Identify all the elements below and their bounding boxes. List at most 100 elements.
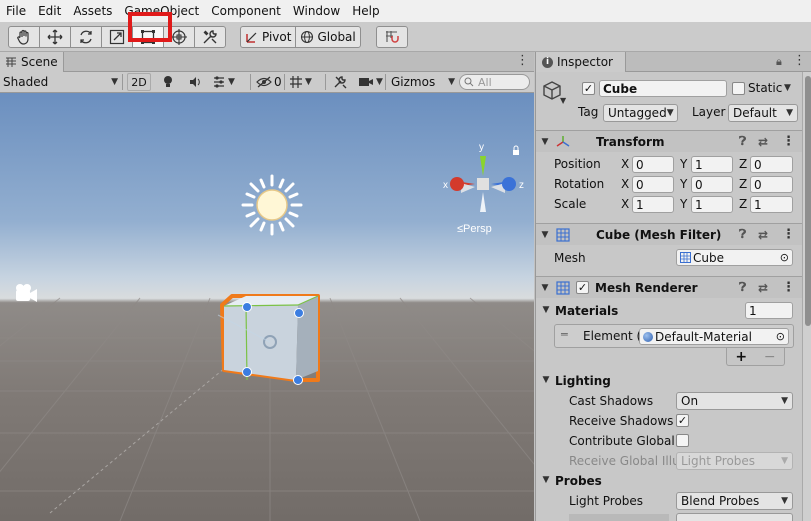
object-picker-icon[interactable]: ⊙ [780, 251, 789, 264]
scene-menu-icon[interactable]: ⋮ [516, 53, 529, 68]
persp-label[interactable]: ≤Persp [457, 223, 492, 235]
tab-scene[interactable]: Scene [0, 52, 64, 72]
help-icon[interactable]: ❓︎ [739, 280, 746, 295]
mesh-object-field[interactable]: Cube ⊙ [676, 249, 793, 266]
lighting-toggle[interactable] [162, 73, 174, 91]
grid-dropdown[interactable]: ▼ [289, 73, 312, 91]
static-checkbox[interactable] [732, 82, 745, 95]
position-z-field[interactable]: 0 [750, 156, 793, 173]
inspector-menu-icon[interactable]: ⋮ [793, 53, 806, 68]
scale-label: Scale [554, 197, 587, 211]
rotation-x-value: 0 [636, 177, 644, 192]
preset-icon[interactable]: ⇄ [758, 281, 768, 295]
receive-gi-value: Light Probes [681, 454, 756, 468]
hidden-objects-toggle[interactable]: 0 [256, 73, 282, 91]
mesh-filter-header[interactable]: ▼ Cube (Mesh Filter) ❓︎ ⇄ ⋮ [536, 223, 802, 245]
position-x-value: 0 [636, 157, 644, 172]
directional-light-icon[interactable] [241, 174, 303, 236]
menu-file[interactable]: File [0, 0, 32, 22]
scene-viewport[interactable]: x y z ≤Persp [0, 93, 534, 521]
scale-z-field[interactable]: 1 [750, 196, 793, 213]
drag-handle-icon[interactable]: ═ [561, 328, 568, 341]
camera-dropdown[interactable]: ▼ [358, 73, 383, 91]
scrollbar-thumb[interactable] [805, 76, 811, 326]
pivot-toggle[interactable]: Pivot [240, 26, 297, 48]
rotation-y-field[interactable]: 0 [691, 176, 733, 193]
lock-icon[interactable]: 🔒︎ [776, 55, 782, 69]
scene-search-field[interactable]: All [459, 74, 530, 90]
remove-element-button[interactable]: − [764, 349, 776, 365]
grid-snap-button[interactable] [376, 26, 408, 48]
foldout-icon: ▼ [541, 282, 549, 293]
receive-shadows-checkbox[interactable]: ✓ [676, 414, 689, 427]
preset-icon[interactable]: ⇄ [758, 135, 768, 149]
lighting-label: Lighting [555, 374, 611, 388]
axis-z-label: Z [739, 157, 748, 171]
position-row: Position X 0 Y 1 Z 0 [536, 154, 802, 174]
mesh-icon [680, 252, 691, 263]
orientation-gizmo[interactable]: x y z ≤Persp [443, 142, 524, 235]
scale-x-field[interactable]: 1 [632, 196, 674, 213]
tools-toggle[interactable] [333, 73, 347, 91]
object-name-field[interactable]: Cube [599, 80, 727, 97]
gizmo-lock-icon[interactable] [513, 145, 519, 155]
position-x-field[interactable]: 0 [632, 156, 674, 173]
audio-toggle[interactable] [188, 73, 202, 91]
help-icon[interactable]: ❓︎ [739, 134, 746, 149]
effects-dropdown[interactable]: ▼ [212, 73, 235, 91]
tab-inspector[interactable]: i Inspector [536, 52, 626, 72]
light-probes-dropdown[interactable]: Blend Probes ▼ [676, 492, 793, 510]
mesh-renderer-enabled-checkbox[interactable]: ✓ [576, 281, 589, 294]
layer-label: Layer [692, 105, 726, 119]
camera-gizmo-icon[interactable] [16, 284, 37, 302]
scale-row: Scale X 1 Y 1 Z 1 [536, 194, 802, 214]
transform-header[interactable]: ▼ Transform ❓︎ ⇄ ⋮ [536, 130, 802, 152]
layer-dropdown[interactable]: Default ▼ [728, 104, 798, 122]
rotation-x-field[interactable]: 0 [632, 176, 674, 193]
axis-z-label: Z [739, 197, 748, 211]
add-element-button[interactable]: + [735, 349, 747, 365]
scale-y-field[interactable]: 1 [691, 196, 733, 213]
static-dropdown-icon[interactable]: ▼ [784, 83, 791, 93]
axis-z-label: Z [739, 177, 748, 191]
object-active-checkbox[interactable]: ✓ [582, 82, 595, 95]
element-label: Element ( [583, 329, 639, 343]
preset-icon[interactable]: ⇄ [758, 228, 768, 242]
rotate-tool-icon [80, 30, 92, 44]
material-object-field[interactable]: Default-Material ⊙ [639, 328, 789, 345]
reflection-probes-dropdown[interactable] [676, 513, 793, 521]
global-toggle[interactable]: Global [295, 26, 361, 48]
contribute-gi-label: Contribute Global I [569, 434, 683, 448]
menu-component[interactable]: Component [205, 0, 287, 22]
tag-dropdown[interactable]: Untagged ▼ [603, 104, 678, 122]
hidden-count: 0 [274, 75, 282, 89]
foldout-icon[interactable]: ▼ [539, 375, 553, 385]
chevron-down-icon: ▼ [305, 77, 312, 87]
2d-toggle[interactable]: 2D [127, 73, 151, 91]
shading-mode-dropdown[interactable]: Shaded ▼ [3, 73, 118, 91]
hand-tool-button[interactable] [8, 26, 40, 48]
inspector-scrollbar[interactable] [802, 72, 811, 521]
materials-count-field[interactable]: 1 [745, 302, 793, 319]
gizmos-dropdown[interactable]: Gizmos ▼ [391, 73, 455, 91]
foldout-icon[interactable]: ▼ [539, 305, 553, 315]
mesh-renderer-header[interactable]: ▼ ✓ Mesh Renderer ❓︎ ⇄ ⋮ [536, 276, 802, 298]
menu-window[interactable]: Window [287, 0, 346, 22]
cast-shadows-dropdown[interactable]: On ▼ [676, 392, 793, 410]
menu-edit[interactable]: Edit [32, 0, 67, 22]
cube-object[interactable] [217, 294, 320, 382]
foldout-icon[interactable]: ▼ [539, 475, 553, 485]
object-picker-icon[interactable]: ⊙ [776, 330, 785, 343]
menu-assets[interactable]: Assets [67, 0, 118, 22]
help-icon[interactable]: ❓︎ [739, 227, 746, 242]
rotate-tool-button[interactable] [70, 26, 102, 48]
position-y-field[interactable]: 1 [691, 156, 733, 173]
move-tool-button[interactable] [39, 26, 71, 48]
menu-help[interactable]: Help [346, 0, 385, 22]
component-menu-icon[interactable]: ⋮ [782, 280, 795, 295]
custom-tool-button[interactable] [194, 26, 226, 48]
component-menu-icon[interactable]: ⋮ [782, 134, 795, 149]
rotation-z-field[interactable]: 0 [750, 176, 793, 193]
component-menu-icon[interactable]: ⋮ [782, 227, 795, 242]
contribute-gi-checkbox[interactable] [676, 434, 689, 447]
